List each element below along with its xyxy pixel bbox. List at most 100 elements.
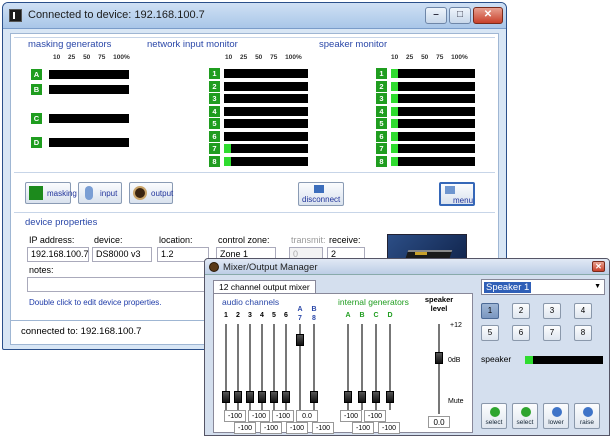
audio-channel-fader[interactable] — [282, 391, 290, 403]
mixer-title: Mixer/Output Manager — [223, 262, 318, 273]
close-button[interactable]: ✕ — [473, 7, 503, 24]
speaker-select[interactable]: Speaker 1 ▼ — [481, 279, 605, 295]
audio-channel-fader[interactable] — [310, 391, 318, 403]
network-channel-badge[interactable]: 1 — [209, 68, 220, 79]
generator-fader[interactable] — [358, 391, 366, 403]
masking-level-bar — [49, 70, 129, 79]
masking-channel-badge[interactable]: A — [31, 69, 42, 80]
speaker-channel-badge[interactable]: 2 — [376, 80, 387, 92]
network-channel-badge[interactable]: 7 — [209, 143, 220, 154]
network-channel-badge[interactable]: 8 — [209, 155, 220, 167]
input-button[interactable]: input — [78, 182, 122, 204]
speaker-button-4[interactable]: 4 — [574, 303, 592, 319]
network-channel-badge[interactable]: 6 — [209, 130, 220, 142]
speaker-level-bar — [391, 81, 475, 91]
audio-channel-number: 3 — [248, 312, 252, 319]
generator-label: C — [373, 312, 379, 319]
speaker-level-bar — [391, 106, 475, 116]
gain-value-box[interactable]: -100 — [286, 422, 308, 434]
gain-value-box[interactable]: -100 — [272, 410, 294, 422]
mixer-window: Mixer/Output Manager ✕ 12 channel output… — [204, 258, 610, 436]
masking-icon — [29, 186, 43, 200]
speaker-level-value[interactable]: 0.0 — [428, 416, 450, 428]
raise-button[interactable]: raise — [574, 403, 600, 429]
lower-button[interactable]: lower — [543, 403, 569, 429]
speaker-channel-badge[interactable]: 8 — [376, 155, 387, 167]
speaker-channel-badge[interactable]: 4 — [376, 105, 387, 117]
receive-label: receive: — [329, 235, 361, 245]
device-properties-title: device properties — [25, 217, 98, 228]
speaker-level-bar — [391, 69, 475, 78]
output-button[interactable]: output — [129, 182, 173, 204]
gain-value-box[interactable]: -100 — [248, 410, 270, 422]
notes-field[interactable] — [27, 277, 213, 292]
generator-fader[interactable] — [344, 391, 352, 403]
speaker-button-1[interactable]: 1 — [481, 303, 499, 319]
generator-label: A — [345, 312, 351, 319]
generator-fader[interactable] — [372, 391, 380, 403]
chevron-down-icon: ▼ — [594, 283, 601, 290]
speaker-meter — [525, 356, 603, 364]
gain-value-box[interactable]: -100 — [260, 422, 282, 434]
speaker-level-fill — [391, 144, 398, 153]
gain-value-box[interactable]: -100 — [378, 422, 400, 434]
gain-value-box[interactable]: -100 — [224, 410, 246, 422]
network-meter-row: 8 — [209, 155, 309, 167]
speaker-level-fill — [391, 131, 398, 141]
gain-value-box[interactable]: -100 — [312, 422, 334, 434]
gain-value-box[interactable]: -100 — [364, 410, 386, 422]
tab-12-channel-output-mixer[interactable]: 12 channel output mixer — [213, 280, 316, 294]
gain-value-box[interactable]: -100 — [234, 422, 256, 434]
network-channel-badge[interactable]: 2 — [209, 80, 220, 92]
speaker-channel-badge[interactable]: 3 — [376, 93, 387, 104]
speaker-meter-row: 5 — [376, 118, 476, 129]
menu-label: menu — [453, 196, 474, 205]
network-level-bar — [224, 156, 308, 166]
select-button[interactable]: select — [481, 403, 507, 429]
masking-channel-badge[interactable]: C — [31, 113, 42, 124]
speaker-button-2[interactable]: 2 — [512, 303, 530, 319]
location-field[interactable]: 1.2 — [157, 247, 209, 262]
speaker-channel-badge[interactable]: 7 — [376, 143, 387, 154]
masking-meter-row: B — [31, 84, 131, 95]
speaker-meter-fill — [525, 356, 533, 364]
masking-channel-badge[interactable]: B — [31, 84, 42, 95]
speaker-button-3[interactable]: 3 — [543, 303, 561, 319]
speaker-channel-badge[interactable]: 6 — [376, 130, 387, 142]
menu-button[interactable]: menu — [439, 182, 475, 206]
select-button[interactable]: select — [512, 403, 538, 429]
speaker-channel-badge[interactable]: 1 — [376, 68, 387, 79]
speaker-button-8[interactable]: 8 — [574, 325, 592, 341]
menu-icon — [445, 186, 455, 194]
speaker-button-5[interactable]: 5 — [481, 325, 499, 341]
network-channel-badge[interactable]: 4 — [209, 105, 220, 117]
speaker-channel-badge[interactable]: 5 — [376, 118, 387, 129]
speaker-meter-label: speaker — [481, 354, 512, 364]
gain-value-box[interactable]: 0.0 — [296, 410, 318, 422]
audio-channel-fader[interactable] — [258, 391, 266, 403]
device-field[interactable]: DS8000 v3 — [92, 247, 152, 262]
audio-channel-fader[interactable] — [222, 391, 230, 403]
disconnect-button[interactable]: disconnect — [298, 182, 344, 206]
speaker-level-bar — [391, 131, 475, 141]
audio-channel-fader[interactable] — [246, 391, 254, 403]
speaker-button-6[interactable]: 6 — [512, 325, 530, 341]
gain-value-box[interactable]: -100 — [352, 422, 374, 434]
network-channel-badge[interactable]: 5 — [209, 118, 220, 129]
microphone-icon — [85, 186, 93, 200]
audio-channel-fader[interactable] — [296, 334, 304, 346]
speaker-button-7[interactable]: 7 — [543, 325, 561, 341]
minimize-button[interactable]: – — [425, 7, 447, 24]
masking-channel-badge[interactable]: D — [31, 137, 42, 148]
ip-address-field[interactable]: 192.168.100.7 — [27, 247, 89, 262]
generator-fader[interactable] — [386, 391, 394, 403]
mixer-close-button[interactable]: ✕ — [592, 261, 605, 272]
audio-channel-fader[interactable] — [270, 391, 278, 403]
network-channel-badge[interactable]: 3 — [209, 93, 220, 104]
maximize-button[interactable]: □ — [449, 7, 471, 24]
audio-channel-fader[interactable] — [234, 391, 242, 403]
speaker-level-fader[interactable] — [435, 352, 443, 364]
masking-button[interactable]: masking — [25, 182, 77, 204]
network-level-bar — [224, 131, 308, 141]
gain-value-box[interactable]: -100 — [340, 410, 362, 422]
